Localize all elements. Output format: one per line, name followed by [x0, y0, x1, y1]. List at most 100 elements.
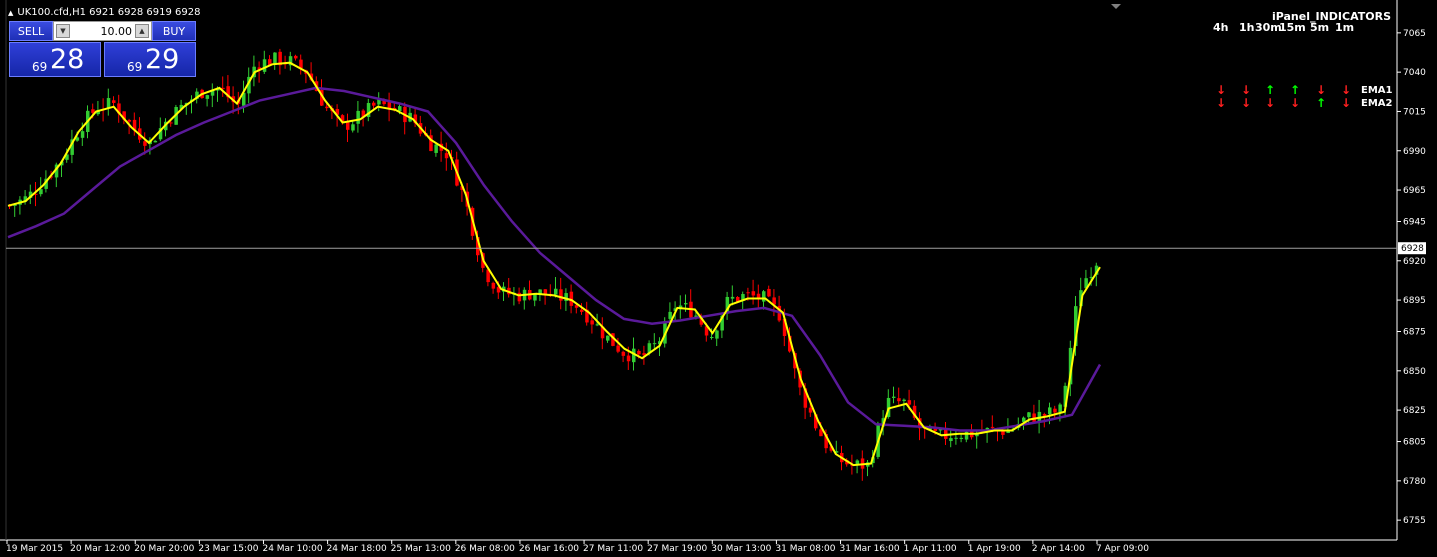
- candle-body: [356, 110, 360, 124]
- arrow-down-icon: ↓: [1241, 83, 1252, 97]
- candle-body: [398, 106, 402, 112]
- price-tick-label: 6895: [1403, 296, 1426, 306]
- price-tick-label: 7015: [1403, 107, 1426, 117]
- timeframe-1h: 1h: [1239, 21, 1255, 34]
- candle-body: [580, 309, 584, 312]
- time-tick-label: 27 Mar 11:00: [583, 544, 643, 554]
- chart-symbol-line: ▲ UK100.cfd,H1 6921 6928 6919 6928: [8, 7, 200, 18]
- candle-body: [39, 189, 43, 195]
- time-tick-label: 27 Mar 19:00: [647, 544, 707, 554]
- time-tick-label: 26 Mar 16:00: [519, 544, 579, 554]
- candle-body: [621, 351, 626, 356]
- ema2-line: [7, 86, 1102, 432]
- ask-price-button[interactable]: 69 29: [104, 42, 196, 77]
- arrow-up-icon: ↑: [1265, 83, 1276, 97]
- candle-body: [616, 345, 620, 352]
- timeframe-1m: 1m: [1335, 21, 1355, 34]
- candle-body: [892, 396, 896, 398]
- time-tick-label: 2 Apr 14:00: [1032, 544, 1085, 554]
- candle-body: [715, 330, 719, 339]
- candle-body: [372, 102, 376, 106]
- candle-body: [554, 288, 558, 295]
- candle-body: [262, 59, 267, 72]
- timeframe-15m: 15m: [1279, 21, 1306, 34]
- candle-body: [1053, 408, 1057, 413]
- candle-body: [153, 140, 158, 143]
- candle-body: [590, 320, 594, 325]
- candle-body: [652, 343, 657, 345]
- price-tick-label: 6755: [1403, 516, 1426, 526]
- increase-lot-icon[interactable]: ▲: [135, 24, 149, 38]
- price-tick-label: 6920: [1403, 257, 1426, 267]
- chart-shift-marker-icon[interactable]: [1111, 4, 1121, 9]
- price-axis: 7065 7040 7015 6990 6965 6945 6920 6895 6875 6850…: [1397, 29, 1426, 526]
- buy-button[interactable]: BUY: [152, 21, 196, 41]
- ask-prefix: 69: [127, 60, 143, 74]
- ask-pips: 29: [145, 44, 180, 75]
- candle-body: [351, 124, 355, 131]
- collapse-triangle-icon[interactable]: ▲: [8, 9, 13, 17]
- candle-body: [907, 400, 912, 405]
- candle-body: [710, 337, 714, 339]
- candle-body: [808, 407, 813, 413]
- candle-body: [1048, 407, 1052, 415]
- arrow-down-icon: ↓: [1216, 96, 1227, 110]
- candle-body: [730, 296, 735, 299]
- candle-body: [1001, 430, 1005, 435]
- candle-body: [751, 291, 756, 296]
- price-tick-label: 7040: [1403, 68, 1426, 78]
- time-tick-label: 31 Mar 08:00: [775, 544, 835, 554]
- timeframe-30m: 30m: [1255, 21, 1282, 34]
- price-tick-label: 7065: [1403, 29, 1426, 39]
- candle-body: [684, 303, 688, 305]
- candle-body: [767, 288, 771, 297]
- price-tick-label: 6945: [1403, 217, 1426, 227]
- candle-body: [325, 106, 329, 109]
- time-tick-label: 24 Mar 18:00: [327, 544, 387, 554]
- candle-body: [855, 460, 860, 465]
- ema1-label: EMA1: [1361, 85, 1393, 96]
- candle-body: [444, 153, 449, 159]
- time-tick-label: 25 Mar 13:00: [391, 544, 451, 554]
- candle-body: [205, 95, 210, 99]
- arrow-down-icon: ↓: [1341, 96, 1352, 110]
- candle-body: [746, 292, 750, 294]
- candle-body: [434, 144, 438, 153]
- candle-body: [299, 59, 303, 69]
- candle-body: [294, 55, 298, 59]
- candle-body: [112, 100, 116, 103]
- lot-size-input[interactable]: [72, 23, 132, 39]
- bid-prefix: 69: [32, 60, 48, 74]
- candle-body: [1042, 413, 1047, 416]
- candle-body: [491, 282, 496, 289]
- price-tick-label: 6875: [1403, 328, 1426, 338]
- candle-body: [626, 355, 631, 362]
- time-tick-label: 1 Apr 19:00: [968, 544, 1021, 554]
- candle-body: [668, 311, 672, 319]
- candle-body: [127, 119, 132, 122]
- price-tick-label: 6780: [1403, 477, 1426, 487]
- price-tick-label: 6825: [1403, 406, 1426, 416]
- current-price-label: 6928: [1401, 244, 1424, 254]
- candle-body: [80, 131, 85, 138]
- sell-button[interactable]: SELL: [9, 21, 53, 41]
- bid-pips: 28: [50, 44, 85, 75]
- arrow-down-icon: ↓: [1265, 96, 1276, 110]
- time-tick-label: 26 Mar 08:00: [455, 544, 515, 554]
- time-tick-label: 24 Mar 10:00: [262, 544, 322, 554]
- ema2-label: EMA2: [1361, 98, 1393, 109]
- candle-body: [106, 98, 111, 108]
- price-tick-label: 6805: [1403, 438, 1426, 448]
- lot-size-stepper[interactable]: ▼ ▲: [53, 21, 152, 41]
- arrow-down-icon: ↓: [1341, 83, 1352, 97]
- price-tick-label: 6850: [1403, 367, 1426, 377]
- candle-body: [954, 437, 958, 439]
- time-tick-label: 20 Mar 12:00: [70, 544, 130, 554]
- decrease-lot-icon[interactable]: ▼: [56, 24, 70, 38]
- arrow-down-icon: ↓: [1290, 96, 1301, 110]
- time-tick-label: 31 Mar 16:00: [840, 544, 900, 554]
- arrow-up-icon: ↑: [1316, 96, 1327, 110]
- candle-body: [606, 335, 610, 341]
- candle-body: [559, 289, 563, 301]
- bid-price-button[interactable]: 69 28: [9, 42, 101, 77]
